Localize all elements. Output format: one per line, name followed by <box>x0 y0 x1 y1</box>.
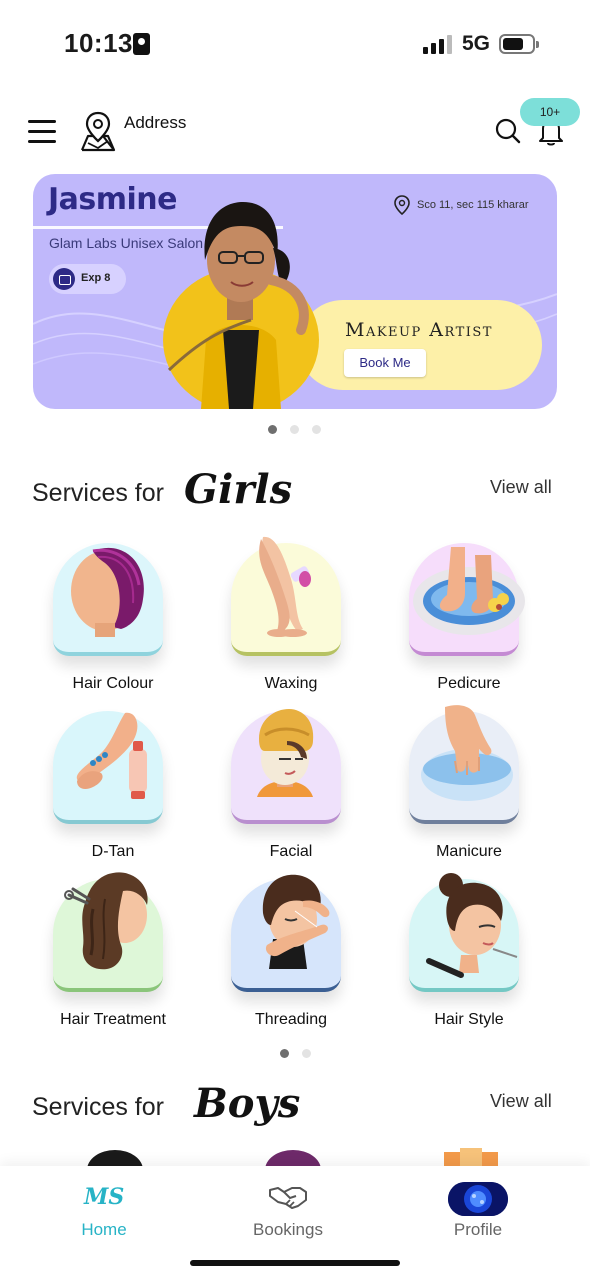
service-hair-treatment[interactable]: Hair Treatment <box>28 869 198 1034</box>
girls-section-script: Girls <box>184 466 293 513</box>
service-label: Pedicure <box>437 675 501 692</box>
boys-section-script: Boys <box>194 1080 301 1127</box>
girls-section-heading: Services for <box>32 479 164 507</box>
boys-view-all-link[interactable]: View all <box>490 1091 552 1112</box>
nav-home[interactable]: MS Home <box>34 1166 174 1246</box>
service-facial[interactable]: Facial <box>206 701 376 866</box>
service-hair-style[interactable]: Hair Style <box>384 869 554 1034</box>
banner-dot[interactable] <box>312 425 321 434</box>
service-d-tan[interactable]: D-Tan <box>28 701 198 866</box>
service-label: Manicure <box>436 843 502 860</box>
nav-label: Bookings <box>253 1220 323 1239</box>
ms-logo-icon: MS <box>84 1184 125 1210</box>
threading-icon <box>262 874 330 969</box>
status-bar: 10:13 5G <box>0 0 590 88</box>
artist-name: Jasmine <box>48 182 178 217</box>
waxing-icon <box>259 536 311 637</box>
status-time: 10:13 <box>64 28 133 58</box>
artist-role: Makeup Artist <box>345 319 493 341</box>
boys-service-peek[interactable] <box>436 1148 506 1166</box>
profile-avatar <box>448 1182 508 1216</box>
service-label: Hair Colour <box>72 675 154 692</box>
service-threading[interactable]: Threading <box>206 869 376 1034</box>
location-pin-icon <box>394 195 410 215</box>
nav-bookings[interactable]: Bookings <box>218 1166 358 1246</box>
search-icon[interactable] <box>495 118 521 144</box>
services-dot[interactable] <box>302 1049 311 1058</box>
home-indicator <box>190 1260 400 1266</box>
facial-icon <box>257 709 314 797</box>
artist-photo <box>163 202 319 409</box>
nav-label: Profile <box>453 1220 503 1239</box>
dtan-icon <box>76 712 147 799</box>
banner-pagination <box>268 425 328 435</box>
service-label: Waxing <box>264 675 318 692</box>
services-dot[interactable] <box>280 1049 289 1058</box>
signal-strength-icon <box>423 34 453 54</box>
handshake-icon <box>269 1187 307 1209</box>
hair-treatment-icon <box>64 872 148 970</box>
service-label: Hair Style <box>434 1011 504 1028</box>
battery-icon <box>499 34 539 54</box>
hair-style-icon <box>426 873 518 978</box>
boys-service-peek[interactable] <box>80 1148 150 1166</box>
service-manicure[interactable]: Manicure <box>384 701 554 866</box>
notification-badge[interactable]: 10+ <box>520 98 580 126</box>
manicure-icon <box>421 705 513 801</box>
hair-colour-icon <box>71 547 144 637</box>
sim-card-icon <box>133 33 150 55</box>
service-label: Hair Treatment <box>60 1011 166 1028</box>
service-pedicure[interactable]: Pedicure <box>384 533 554 698</box>
experience-pill: Exp 8 <box>49 264 126 294</box>
service-label: Facial <box>269 843 313 860</box>
boys-section-heading: Services for <box>32 1093 164 1121</box>
pedicure-icon <box>413 547 525 635</box>
girls-view-all-link[interactable]: View all <box>490 477 552 498</box>
book-me-button[interactable]: Book Me <box>344 349 426 377</box>
boys-service-peek[interactable] <box>258 1148 328 1166</box>
service-hair-colour[interactable]: Hair Colour <box>28 533 198 698</box>
network-type: 5G <box>462 32 491 55</box>
service-waxing[interactable]: Waxing <box>206 533 376 698</box>
briefcase-icon <box>53 268 75 290</box>
service-label: Threading <box>254 1011 328 1028</box>
services-pagination <box>280 1049 320 1059</box>
nav-label: Home <box>81 1220 127 1239</box>
banner-dot[interactable] <box>290 425 299 434</box>
salon-location: Sco 11, sec 115 kharar <box>417 199 529 211</box>
hamburger-menu-icon[interactable] <box>28 120 56 143</box>
map-location-icon[interactable] <box>78 110 118 152</box>
promo-banner[interactable]: Jasmine Glam Labs Unisex Salon Exp 8 Sco… <box>33 174 557 409</box>
address-label[interactable]: Address <box>124 113 186 133</box>
banner-dot[interactable] <box>268 425 277 434</box>
experience-text: Exp 8 <box>81 272 111 284</box>
service-label: D-Tan <box>91 843 135 860</box>
nav-profile[interactable]: Profile <box>408 1166 548 1246</box>
